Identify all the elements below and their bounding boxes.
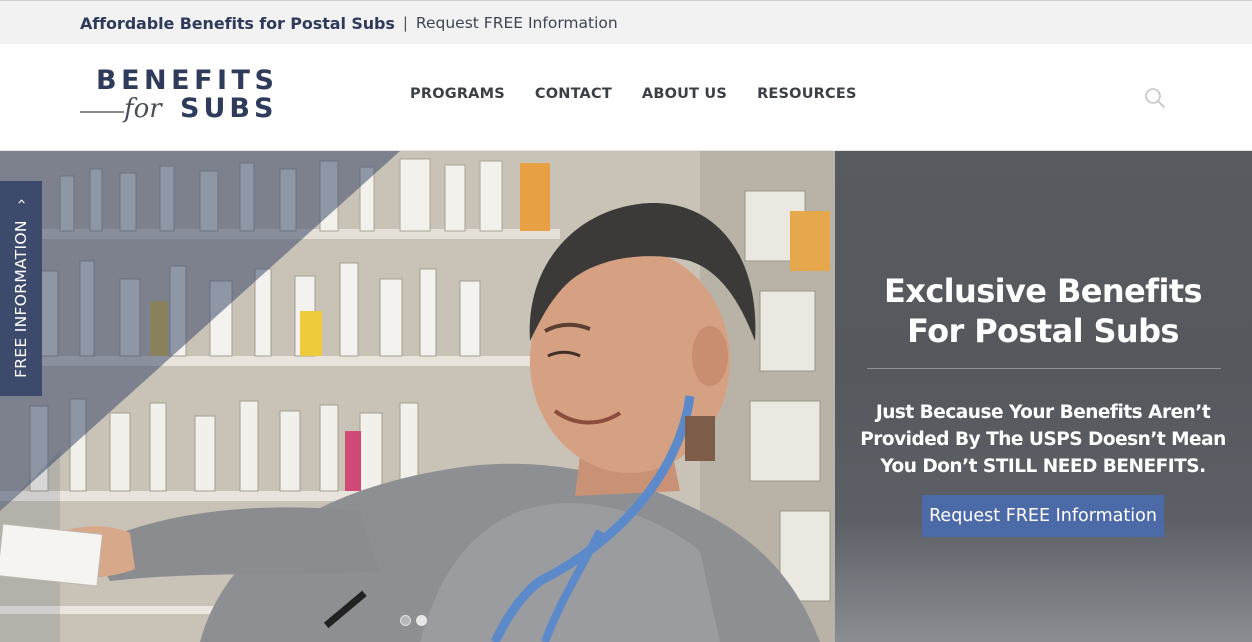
search-icon <box>1145 88 1165 108</box>
side-tab-label: FREE INFORMATION › <box>12 198 30 378</box>
site-header: BENEFITS for SUBS PROGRAMS CONTACT ABOUT… <box>0 44 1252 151</box>
hero-photo-illustration <box>0 151 835 642</box>
site-logo[interactable]: BENEFITS for SUBS <box>80 66 275 130</box>
logo-word-for: for <box>124 94 162 124</box>
chevron-right-icon: › <box>12 198 30 205</box>
logo-word-benefits: BENEFITS <box>96 65 279 96</box>
logo-word-subs: SUBS <box>180 93 278 124</box>
hero-text-panel: Exclusive Benefits For Postal Subs Just … <box>835 151 1252 642</box>
hero-subtitle: Just Because Your Benefits Aren’t Provid… <box>860 402 1226 477</box>
request-info-top-link[interactable]: Request FREE Information <box>416 14 618 32</box>
top-bar: Affordable Benefits for Postal Subs | Re… <box>0 0 1252 44</box>
hero-slider: FREE INFORMATION › Exclusive Benefits Fo… <box>0 151 1252 642</box>
top-bar-separator: | <box>402 14 408 32</box>
slider-pagination <box>400 615 432 626</box>
nav-programs[interactable]: PROGRAMS <box>410 86 505 102</box>
nav-contact[interactable]: CONTACT <box>535 86 612 102</box>
request-info-button[interactable]: Request FREE Information <box>922 495 1164 537</box>
slider-dot-2[interactable] <box>416 615 427 626</box>
hero-divider <box>867 368 1221 369</box>
hero-photo-postal-worker <box>0 151 835 642</box>
top-bar-content: Affordable Benefits for Postal Subs | Re… <box>80 1 618 45</box>
top-bar-title: Affordable Benefits for Postal Subs <box>80 13 395 33</box>
logo-rule <box>80 111 124 113</box>
free-information-side-tab[interactable]: FREE INFORMATION › <box>0 181 42 396</box>
nav-resources[interactable]: RESOURCES <box>757 86 857 102</box>
hero-title: Exclusive Benefits For Postal Subs <box>884 272 1203 350</box>
main-nav: PROGRAMS CONTACT ABOUT US RESOURCES <box>410 44 887 144</box>
side-tab-text: FREE INFORMATION <box>12 220 30 378</box>
search-button[interactable] <box>1143 86 1167 110</box>
slider-dot-1[interactable] <box>400 615 411 626</box>
nav-about-us[interactable]: ABOUT US <box>642 86 727 102</box>
